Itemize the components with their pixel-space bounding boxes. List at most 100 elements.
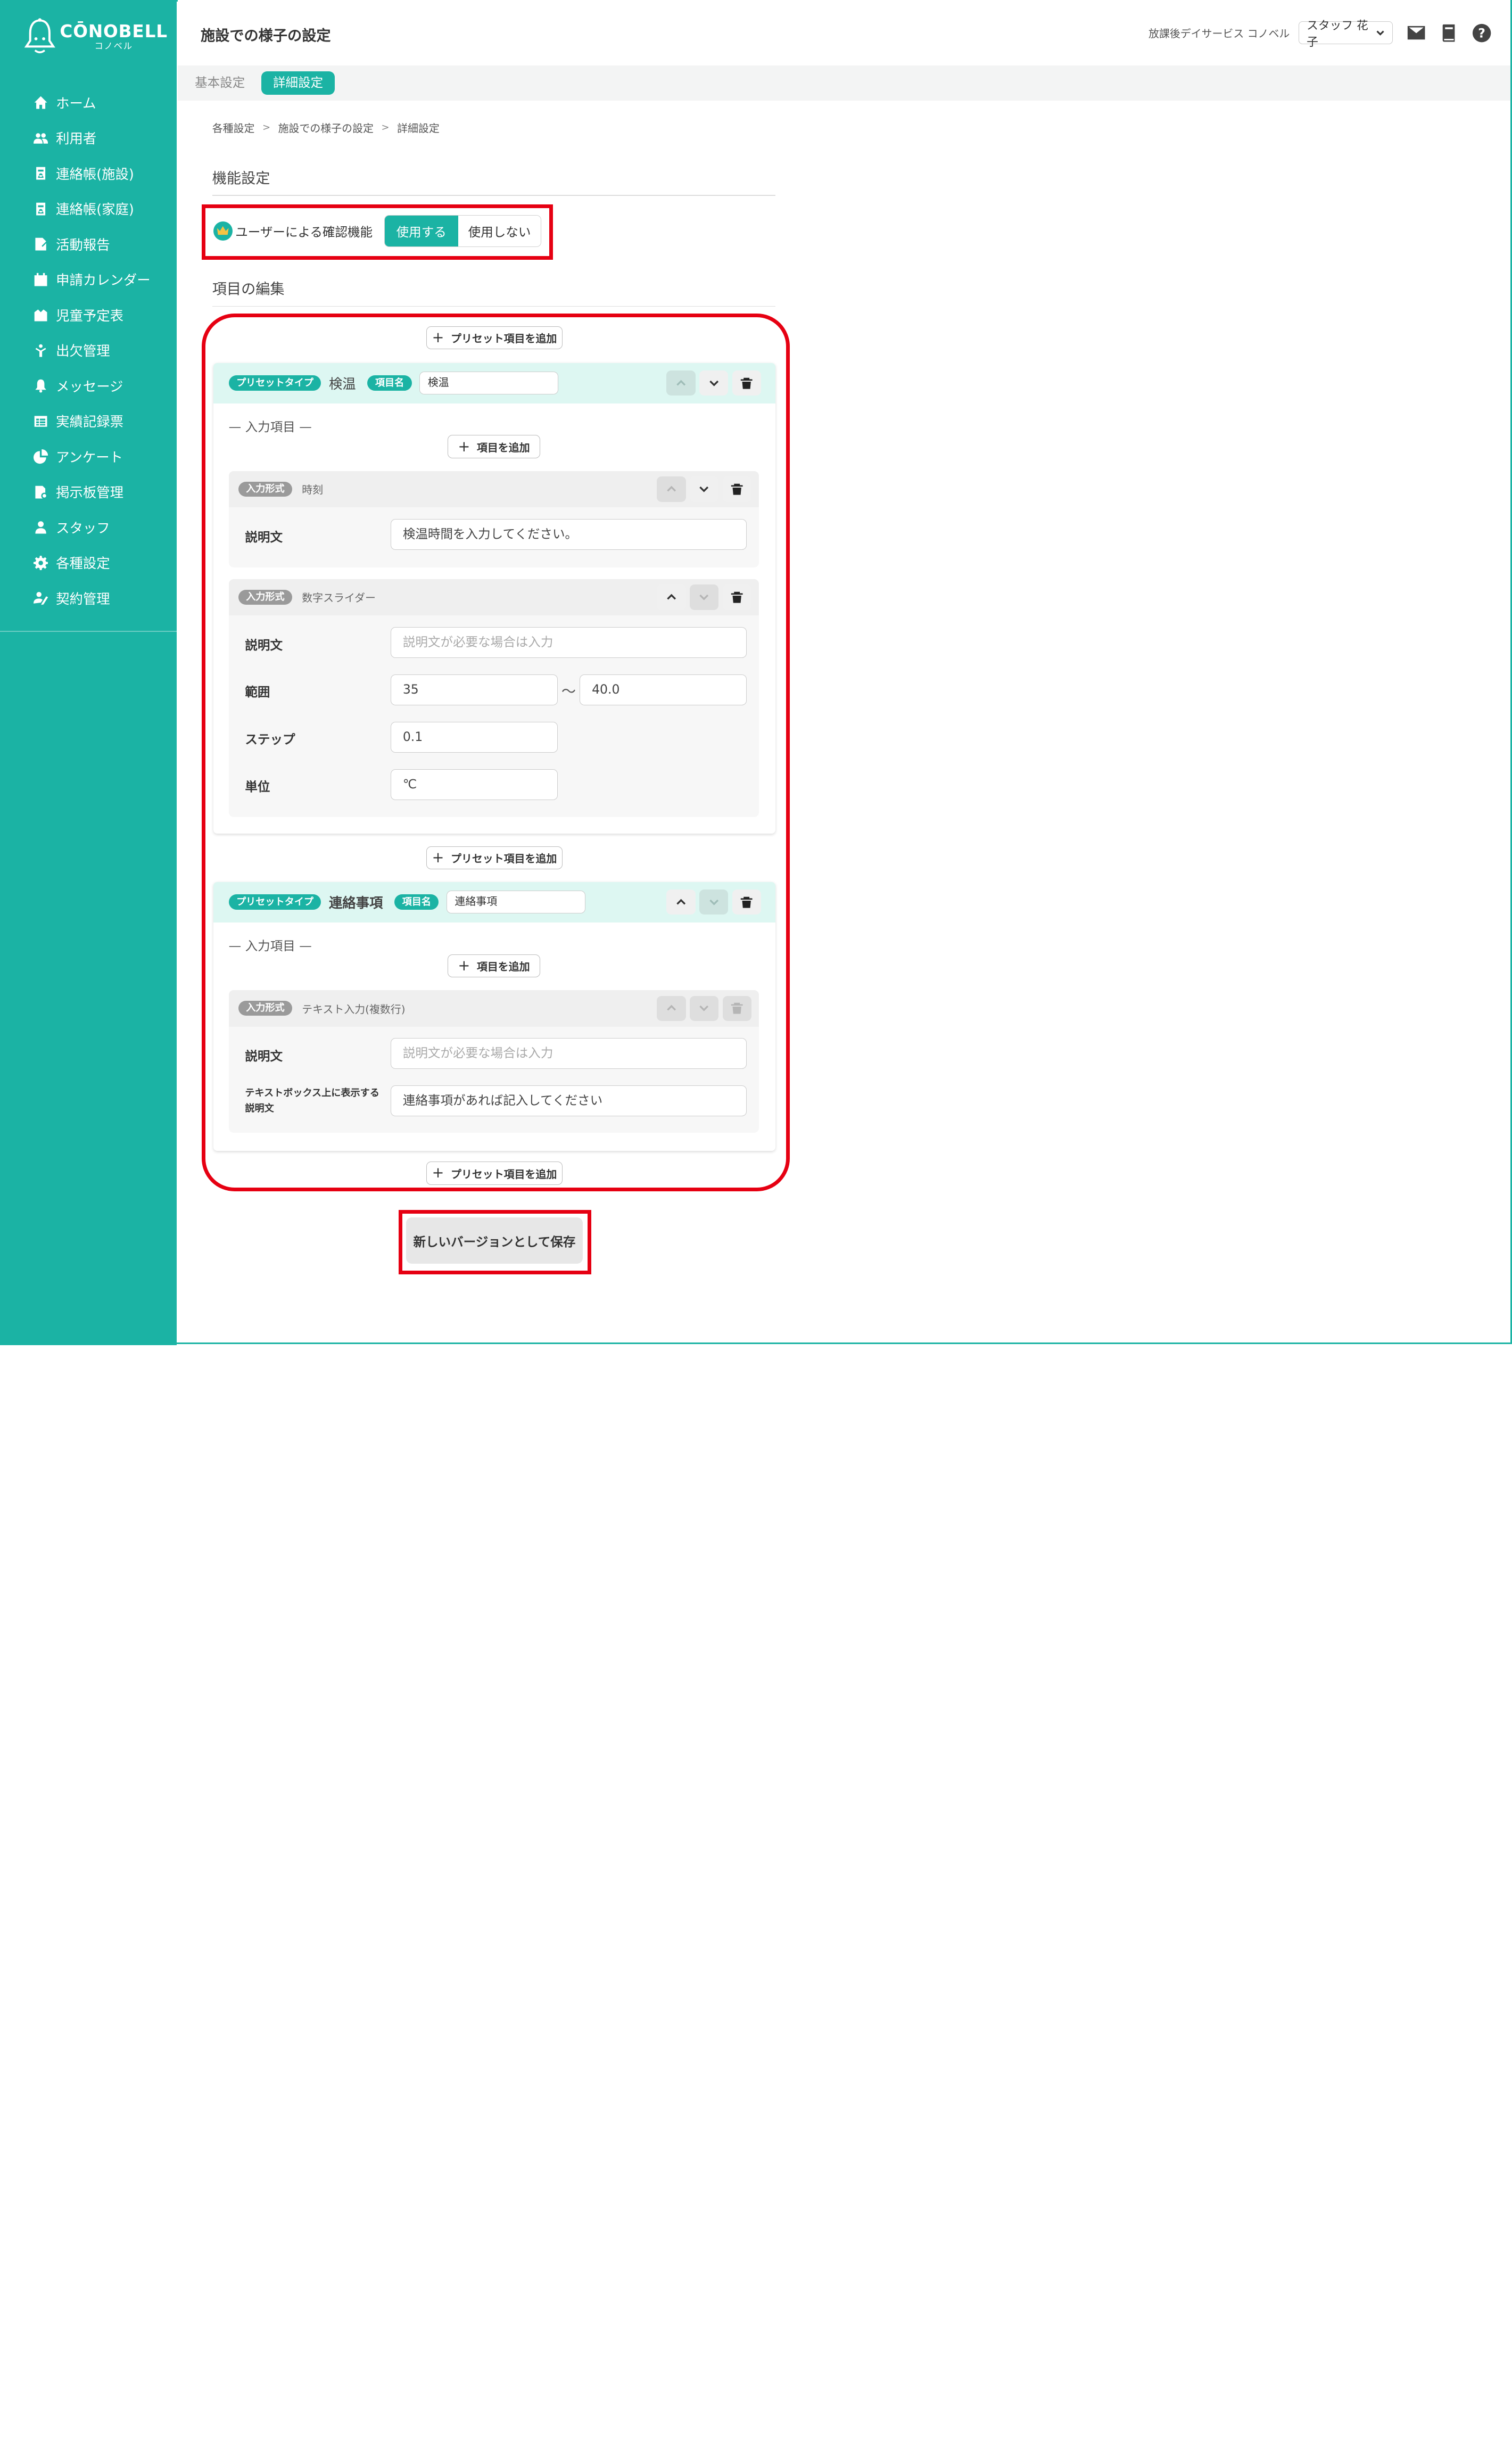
user-select[interactable]: スタッフ 花子 [1298, 19, 1393, 49]
trash-icon [741, 377, 753, 389]
move-up-button[interactable] [657, 995, 686, 1021]
sidebar-item-message[interactable]: メッセージ [0, 368, 177, 404]
add-item-button[interactable]: + 項目を追加 [448, 954, 540, 978]
input-format-badge: 入力形式 [238, 482, 293, 497]
move-up-button[interactable] [666, 889, 696, 915]
preset-card-header: プリセットタイプ 検温 項目名 検温 [213, 363, 776, 403]
sidebar-item-settings[interactable]: 各種設定 [0, 545, 177, 581]
sidebar-item-survey[interactable]: アンケート [0, 439, 177, 475]
add-item-button[interactable]: + 項目を追加 [448, 435, 540, 458]
item-name-input[interactable]: 検温 [419, 371, 559, 395]
preset-type-badge: プリセットタイプ [228, 375, 321, 391]
sidebar-item-attendance[interactable]: 出欠管理 [0, 333, 177, 368]
sidebar-item-label: 活動報告 [56, 236, 110, 253]
pie-chart-icon [33, 449, 48, 464]
add-preset-button[interactable]: + プリセット項目を追加 [426, 846, 563, 870]
chevron-down-icon [699, 595, 709, 600]
breadcrumb-link-settings[interactable]: 各種設定 [212, 120, 255, 135]
input-format-badge: 入力形式 [238, 590, 293, 605]
mail-icon[interactable] [1407, 23, 1426, 43]
input-format-type: 数字スライダー [302, 592, 376, 605]
delete-button[interactable] [722, 476, 751, 502]
unit-input[interactable]: ℃ [391, 769, 558, 800]
breadcrumb: 各種設定 > 施設での様子の設定 > 詳細設定 [212, 120, 440, 135]
logo-subtitle: コノベル [94, 40, 133, 51]
sidebar-item-users[interactable]: 利用者 [0, 120, 177, 156]
move-down-button[interactable] [689, 476, 719, 502]
chevron-up-icon [667, 486, 676, 492]
sidebar-item-contract[interactable]: 契約管理 [0, 581, 177, 616]
sidebar-item-contact-facility[interactable]: 連絡帳(施設) [0, 156, 177, 192]
edit-items-title: 項目の編集 [212, 281, 285, 298]
sidebar-item-label: アンケート [56, 449, 123, 465]
save-new-version-button[interactable]: 新しいバージョンとして保存 [406, 1217, 583, 1264]
breadcrumb-current: 詳細設定 [397, 122, 440, 135]
unit-label: 単位 [245, 779, 270, 795]
input-items-title: — 入力項目 — [228, 419, 312, 434]
not-use-button[interactable]: 使用しない [458, 216, 541, 247]
move-up-button[interactable] [657, 584, 686, 610]
sidebar-item-label: 掲示板管理 [56, 484, 123, 501]
logo-wordmark: CŌNOBELL [60, 21, 168, 42]
tab-detail-settings[interactable]: 詳細設定 [261, 71, 335, 95]
sidebar-item-contact-home[interactable]: 連絡帳(家庭) [0, 191, 177, 227]
chevron-down-icon [699, 1006, 709, 1011]
add-preset-button[interactable]: + プリセット項目を追加 [426, 326, 563, 350]
staff-icon [33, 520, 48, 535]
move-down-button[interactable] [689, 584, 719, 610]
schedule-icon [33, 307, 48, 323]
breadcrumb-link-facility[interactable]: 施設での様子の設定 [278, 120, 374, 135]
move-up-button[interactable] [657, 476, 686, 502]
range-label: 範囲 [245, 685, 270, 700]
confirm-feature-toggle: 使用する 使用しない [384, 215, 542, 248]
description-label: 説明文 [245, 529, 283, 545]
sidebar-item-label: 各種設定 [56, 555, 110, 572]
move-down-button[interactable] [689, 995, 719, 1021]
delete-button[interactable] [732, 889, 762, 915]
sidebar-item-record-sheet[interactable]: 実績記録票 [0, 403, 177, 439]
users-icon [33, 130, 48, 146]
sidebar-item-label: ホーム [56, 95, 96, 111]
logo[interactable]: CŌNOBELL コノベル [23, 18, 168, 56]
description-input[interactable]: 検温時間を入力してください。 [391, 519, 747, 550]
range-min-input[interactable]: 35 [391, 674, 558, 705]
sidebar-item-board[interactable]: 掲示板管理 [0, 474, 177, 510]
bell-icon [33, 378, 48, 393]
move-down-button[interactable] [699, 370, 729, 396]
description-label: 説明文 [245, 1048, 283, 1064]
textbox-caption-label: テキストボックス上に表示する 説明文 [245, 1088, 379, 1115]
plus-icon: + [432, 1165, 444, 1182]
plus-icon: + [458, 957, 470, 974]
input-item-header: 入力形式 数字スライダー [228, 579, 759, 616]
book-icon[interactable] [1439, 23, 1458, 43]
chevron-up-icon [676, 380, 686, 386]
add-preset-button[interactable]: + プリセット項目を追加 [426, 1162, 563, 1185]
preset-type-name: 連絡事項 [328, 894, 383, 911]
sidebar-item-staff[interactable]: スタッフ [0, 510, 177, 546]
delete-button[interactable] [722, 584, 751, 610]
bell-logo-icon [24, 18, 55, 53]
step-input[interactable]: 0.1 [391, 721, 558, 753]
item-name-input[interactable]: 連絡事項 [446, 890, 585, 914]
sidebar-item-request-calendar[interactable]: 申請カレンダー [0, 262, 177, 298]
description-input[interactable]: 説明文が必要な場合は入力 [391, 627, 747, 658]
textbox-caption-input[interactable]: 連絡事項があれば記入してください [391, 1085, 747, 1117]
sidebar-item-child-schedule[interactable]: 児童予定表 [0, 298, 177, 333]
use-button[interactable]: 使用する [384, 216, 458, 247]
delete-button[interactable] [722, 995, 751, 1021]
input-items-title: — 入力項目 — [228, 938, 312, 954]
description-input[interactable]: 説明文が必要な場合は入力 [391, 1038, 747, 1069]
top-header: 施設での様子の設定 放課後デイサービス コノベル スタッフ 花子 ? [177, 0, 1511, 66]
help-icon[interactable]: ? [1472, 23, 1491, 43]
gear-icon [33, 555, 48, 571]
sidebar-item-activity-report[interactable]: 活動報告 [0, 227, 177, 262]
section-divider [212, 195, 776, 196]
chevron-up-icon [667, 594, 676, 600]
move-up-button[interactable] [666, 370, 696, 396]
sidebar-item-home[interactable]: ホーム [0, 85, 177, 121]
delete-button[interactable] [732, 370, 762, 396]
tab-basic-settings[interactable]: 基本設定 [183, 71, 257, 95]
move-down-button[interactable] [699, 889, 729, 915]
attendance-icon [33, 343, 48, 358]
range-max-input[interactable]: 40.0 [580, 674, 747, 705]
